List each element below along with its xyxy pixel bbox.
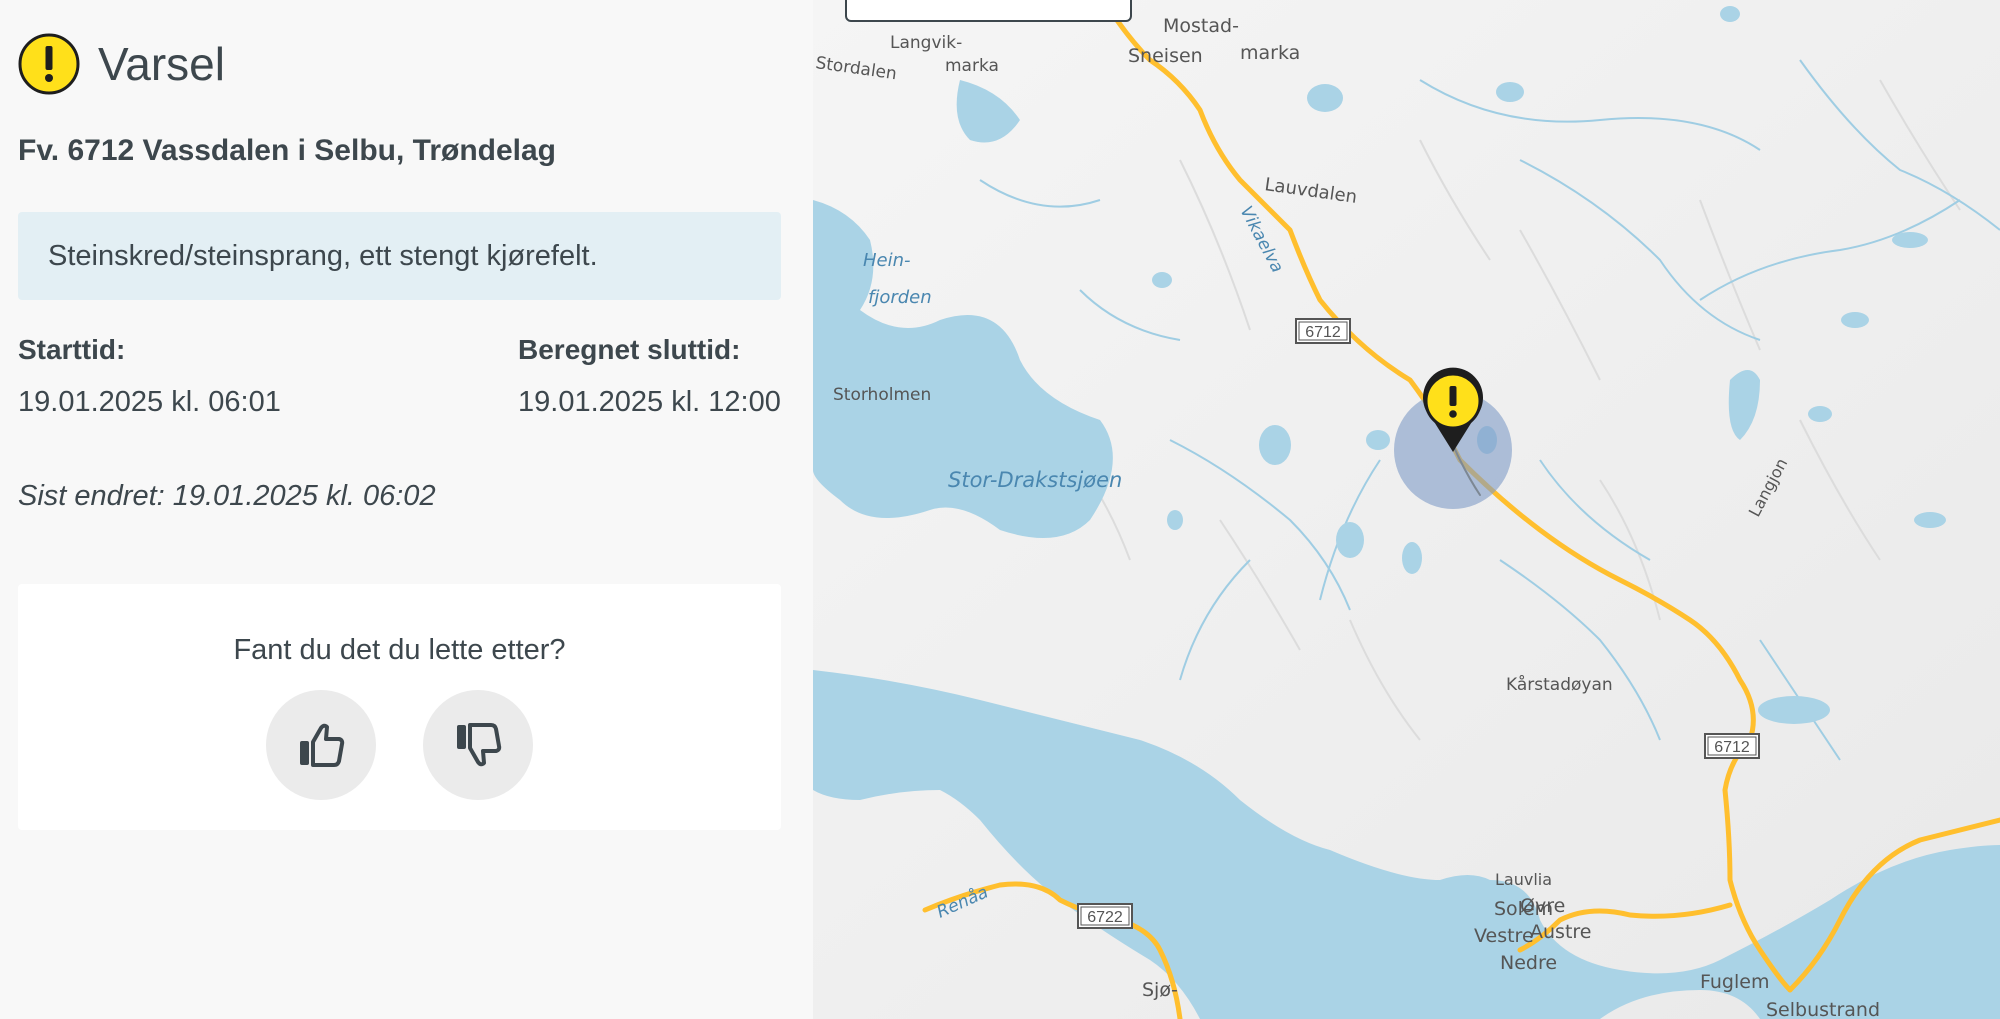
incident-panel: Varsel Fv. 6712 Vassdalen i Selbu, Trønd… [0, 0, 813, 1019]
warning-icon [18, 33, 80, 95]
thumbs-down-button[interactable] [423, 690, 533, 800]
label-heinfjorden-2: fjorden [868, 287, 932, 308]
incident-description: Steinskred/steinsprang, ett stengt kjøre… [48, 240, 598, 272]
road-shield-label: 6722 [1087, 909, 1123, 926]
label-austre: Austre [1530, 921, 1591, 943]
start-time-label: Starttid: [18, 334, 126, 365]
label-sneisen: Sneisen [1128, 45, 1203, 67]
incident-description-box: Steinskred/steinsprang, ett stengt kjøre… [18, 212, 781, 300]
label-storholmen: Storholmen [833, 385, 931, 405]
road-shield-6722: 6722 [1077, 903, 1133, 929]
end-time-value: 19.01.2025 kl. 12:00 [518, 386, 781, 418]
thumbs-up-button[interactable] [266, 690, 376, 800]
road-shield-label: 6712 [1305, 324, 1341, 341]
map-search-box[interactable] [845, 0, 1132, 22]
thumbs-up-icon [300, 723, 345, 767]
label-ovre: Øvre [1520, 895, 1565, 917]
feedback-question: Fant du det du lette etter? [233, 634, 566, 666]
label-fuglem: Fuglem [1700, 971, 1769, 993]
label-nedre: Nedre [1500, 952, 1557, 974]
label-heinfjorden-1: Hein- [863, 250, 911, 271]
label-karstadoyan: Kårstadøyan [1506, 674, 1613, 695]
label-langvikmarka-2: marka [945, 56, 999, 76]
end-time-label: Beregnet sluttid: [518, 334, 741, 365]
start-time-value: 19.01.2025 kl. 06:01 [18, 386, 281, 418]
label-stor-drakstsjoen: Stor-Drakstsjøen [948, 468, 1122, 492]
last-changed: Sist endret: 19.01.2025 kl. 06:02 [18, 480, 436, 512]
thumbs-down-icon [457, 723, 502, 767]
road-name: Fv. 6712 Vassdalen i Selbu, Trøndelag [18, 134, 556, 167]
label-vestre: Vestre [1474, 925, 1534, 947]
label-mostad-1: Mostad- [1163, 15, 1239, 37]
label-mostad-2: marka [1240, 42, 1300, 64]
map-view[interactable]: 6712 6712 6722 Stordalen Langvik- marka … [813, 0, 2000, 1019]
map-canvas[interactable]: 6712 6712 6722 Stordalen Langvik- marka … [813, 0, 2000, 1019]
panel-header: Varsel [18, 33, 225, 95]
label-langvikmarka-1: Langvik- [890, 33, 962, 53]
road-shield-label: 6712 [1714, 739, 1750, 756]
feedback-box: Fant du det du lette etter? [18, 584, 781, 830]
label-lauvlia: Lauvlia [1495, 870, 1552, 889]
label-selbustrand: Selbustrand [1766, 999, 1880, 1019]
label-sjo: Sjø- [1142, 979, 1178, 1001]
road-shield-6712-south: 6712 [1704, 733, 1760, 759]
panel-title: Varsel [98, 38, 225, 90]
road-shield-6712-north: 6712 [1295, 318, 1351, 344]
